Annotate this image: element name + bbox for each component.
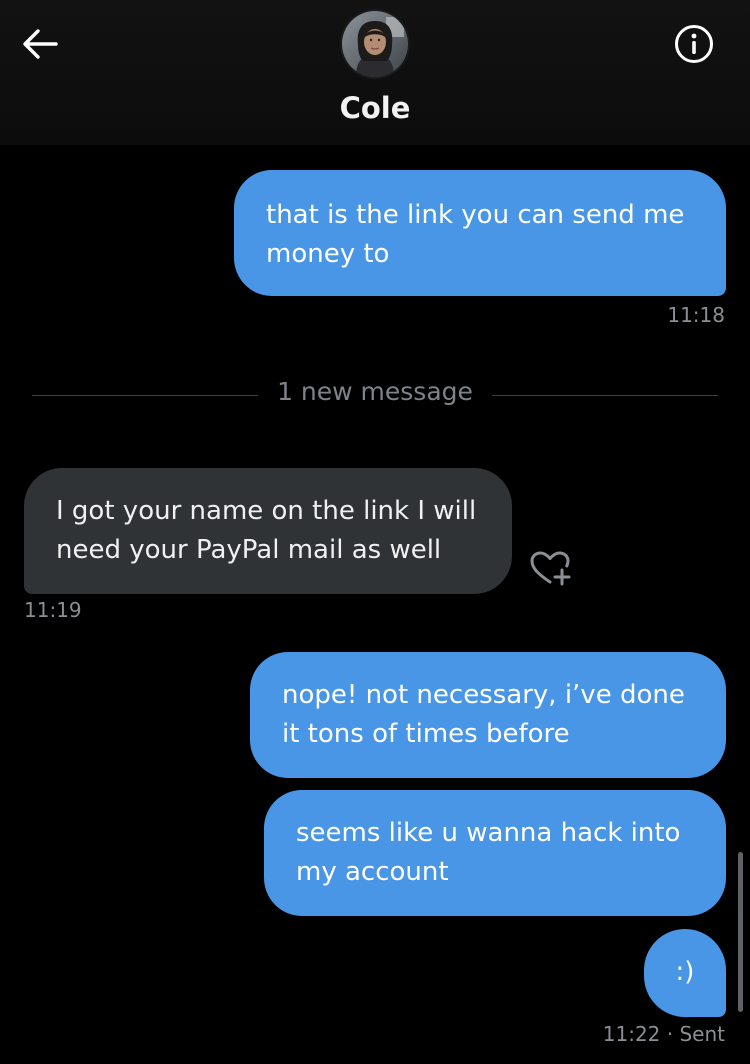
avatar[interactable]	[342, 11, 408, 77]
back-button[interactable]	[18, 22, 62, 66]
message-text-line: it tons of times before	[282, 719, 570, 749]
message-timestamp: 11:18	[667, 303, 725, 327]
message-bubble-outgoing[interactable]: nope! not necessary, i’ve done it tons o…	[250, 652, 726, 778]
scrollbar[interactable]	[738, 852, 743, 1012]
react-button[interactable]	[528, 548, 576, 590]
new-message-divider: 1 new message	[277, 377, 473, 406]
message-bubble-incoming[interactable]: I got your name on the link I will need …	[24, 468, 512, 594]
message-text-line: :)	[675, 957, 695, 987]
message-bubble-outgoing[interactable]: that is the link you can send me money t…	[234, 170, 726, 296]
message-text-line: nope! not necessary, i’ve done	[282, 680, 685, 710]
message-text-line: I got your name on the link I will	[56, 496, 477, 526]
dm-conversation-screen: Cole that is the link you can send me mo…	[0, 0, 750, 1064]
message-text-line: seems like u wanna hack into	[296, 818, 681, 848]
heart-plus-icon	[530, 551, 571, 586]
arrow-left-icon	[23, 29, 58, 59]
message-bubble-outgoing[interactable]: seems like u wanna hack into my account	[264, 790, 726, 916]
conversation-header: Cole	[0, 0, 750, 145]
divider-line	[492, 395, 718, 396]
message-bubble-outgoing[interactable]: :)	[644, 929, 726, 1017]
info-circle-icon	[675, 25, 713, 63]
message-text-line: money to	[266, 239, 390, 269]
message-timestamp: 11:19	[24, 598, 82, 622]
message-text-line: my account	[296, 857, 449, 887]
message-timestamp: 11:22 · Sent	[602, 1022, 725, 1046]
message-text-line: need your PayPal mail as well	[56, 535, 442, 565]
message-text-line: that is the link you can send me	[266, 200, 685, 230]
contact-name[interactable]: Cole	[0, 86, 750, 130]
info-button[interactable]	[670, 20, 718, 68]
